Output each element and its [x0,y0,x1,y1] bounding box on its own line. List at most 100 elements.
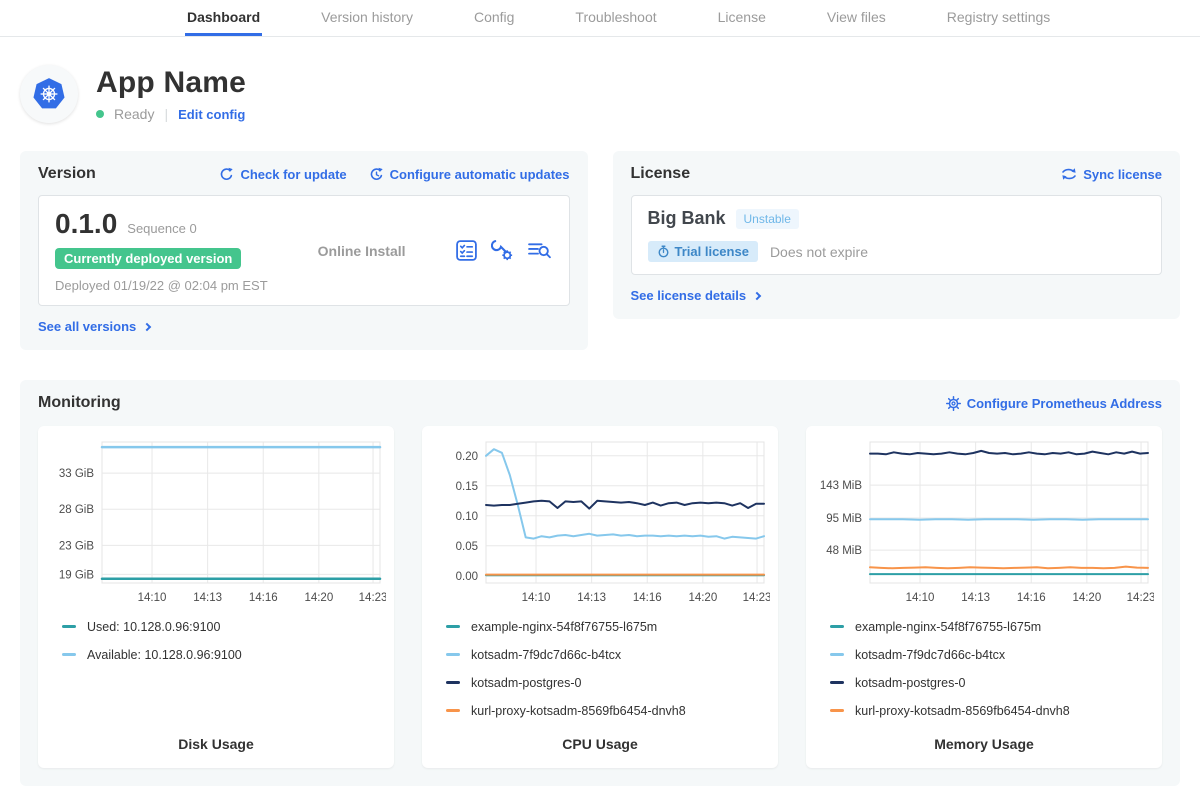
tab-view-files[interactable]: View files [825,0,888,36]
svg-text:14:16: 14:16 [249,592,278,604]
series-swatch-icon [830,625,844,628]
config-wrench-icon[interactable] [491,239,514,262]
divider: | [164,106,168,122]
legend-item: Available: 10.128.0.96:9100 [62,647,386,662]
configure-automatic-updates-button[interactable]: Configure automatic updates [369,167,570,182]
tab-version-history[interactable]: Version history [319,0,415,36]
chart-card-disk-usage: 19 GiB23 GiB28 GiB33 GiB14:1014:1314:161… [38,426,394,768]
chart-title: CPU Usage [430,736,770,754]
legend-item: kotsadm-postgres-0 [830,675,1154,690]
tab-config[interactable]: Config [472,0,516,36]
license-card-title: License [631,165,691,183]
svg-text:95 MiB: 95 MiB [826,513,862,525]
series-swatch-icon [446,625,460,628]
disk-usage-chart: 19 GiB23 GiB28 GiB33 GiB14:1014:1314:161… [46,434,386,609]
svg-text:143 MiB: 143 MiB [820,480,863,492]
svg-text:0.15: 0.15 [456,481,478,493]
chart-card-cpu-usage: 0.000.050.100.150.2014:1014:1314:1614:20… [422,426,778,768]
chart-legend: Used: 10.128.0.96:9100 Available: 10.128.… [46,619,386,675]
series-swatch-icon [62,625,76,628]
legend-item: kotsadm-7f9dc7d66c-b4tcx [446,647,770,662]
status-text: Ready [114,106,154,122]
customer-name: Big Bank [648,208,726,229]
svg-text:0.00: 0.00 [456,571,478,583]
svg-text:14:10: 14:10 [522,592,551,604]
series-label: example-nginx-54f8f76755-l675m [471,620,657,634]
gear-icon [946,396,961,411]
svg-text:23 GiB: 23 GiB [59,540,94,552]
series-label: kotsadm-postgres-0 [471,676,581,690]
series-label: kotsadm-postgres-0 [855,676,965,690]
svg-text:14:20: 14:20 [304,592,333,604]
tab-registry-settings[interactable]: Registry settings [945,0,1052,36]
current-version-panel: 0.1.0 Sequence 0 Currently deployed vers… [38,195,570,306]
series-label: Used: 10.128.0.96:9100 [87,620,220,634]
svg-text:28 GiB: 28 GiB [59,504,94,516]
top-nav: Dashboard Version history Config Troublesho… [0,0,1200,37]
series-swatch-icon [830,709,844,712]
install-type: Online Install [318,243,406,259]
chart-title: Memory Usage [814,736,1154,754]
legend-item: Used: 10.128.0.96:9100 [62,619,386,634]
license-expiry: Does not expire [770,244,868,260]
series-label: kurl-proxy-kotsadm-8569fb6454-dnvh8 [471,704,686,718]
configure-prometheus-button[interactable]: Configure Prometheus Address [946,396,1162,411]
series-swatch-icon [446,653,460,656]
tab-troubleshoot[interactable]: Troubleshoot [573,0,658,36]
tab-dashboard[interactable]: Dashboard [185,0,262,36]
see-all-versions-link[interactable]: See all versions [38,319,150,334]
svg-text:14:13: 14:13 [961,592,990,604]
version-number: 0.1.0 [55,208,117,240]
app-logo [20,65,78,123]
kubernetes-logo-icon [26,71,72,117]
monitoring-section: Monitoring Configure Prometheus Address … [20,380,1180,786]
scheduled-update-icon [369,167,384,182]
svg-text:48 MiB: 48 MiB [826,545,862,557]
legend-item: example-nginx-54f8f76755-l675m [446,619,770,634]
series-label: kurl-proxy-kotsadm-8569fb6454-dnvh8 [855,704,1070,718]
svg-text:14:13: 14:13 [577,592,606,604]
svg-text:14:16: 14:16 [1017,592,1046,604]
check-for-update-button[interactable]: Check for update [219,167,346,182]
chart-legend: example-nginx-54f8f76755-l675m kotsadm-7f… [430,619,770,731]
series-swatch-icon [62,653,76,656]
edit-config-link[interactable]: Edit config [178,107,245,122]
svg-text:14:23: 14:23 [1127,592,1154,604]
series-label: example-nginx-54f8f76755-l675m [855,620,1041,634]
app-header: App Name Ready | Edit config [20,51,1180,137]
version-sequence: Sequence 0 [127,221,196,236]
deployed-badge: Currently deployed version [55,248,241,269]
sync-license-button[interactable]: Sync license [1061,167,1162,182]
sync-icon [1061,167,1077,181]
svg-text:14:23: 14:23 [359,592,386,604]
version-card: Version Check for update [20,151,588,350]
svg-text:19 GiB: 19 GiB [59,569,94,581]
svg-text:0.05: 0.05 [456,541,478,553]
status-dot [96,110,104,118]
series-label: kotsadm-7f9dc7d66c-b4tcx [471,648,621,662]
svg-text:33 GiB: 33 GiB [59,468,94,480]
chevron-right-icon [143,322,151,330]
deploy-logs-icon[interactable] [527,239,552,262]
svg-text:14:23: 14:23 [743,592,770,604]
svg-text:0.10: 0.10 [456,511,478,523]
deployed-timestamp: Deployed 01/19/22 @ 02:04 pm EST [55,278,268,293]
legend-item: kotsadm-7f9dc7d66c-b4tcx [830,647,1154,662]
svg-text:14:10: 14:10 [906,592,935,604]
see-license-details-link[interactable]: See license details [631,288,761,303]
chevron-right-icon [753,291,761,299]
tab-license[interactable]: License [716,0,768,36]
preflight-checks-icon[interactable] [455,239,478,262]
legend-item: kotsadm-postgres-0 [446,675,770,690]
svg-text:14:16: 14:16 [633,592,662,604]
charts-row: 19 GiB 23 GiB 28 GiB 33 GiB 14:10 14:13 14:16 1… [38,426,1162,768]
series-swatch-icon [446,709,460,712]
legend-item: kurl-proxy-kotsadm-8569fb6454-dnvh8 [830,703,1154,718]
refresh-icon [219,167,234,182]
license-card: License Sync license Big Bank Unstable [613,151,1181,319]
series-label: kotsadm-7f9dc7d66c-b4tcx [855,648,1005,662]
series-label: Available: 10.128.0.96:9100 [87,648,242,662]
svg-text:14:10: 14:10 [138,592,167,604]
chart-legend: example-nginx-54f8f76755-l675m kotsadm-7f… [814,619,1154,731]
series-swatch-icon [830,653,844,656]
